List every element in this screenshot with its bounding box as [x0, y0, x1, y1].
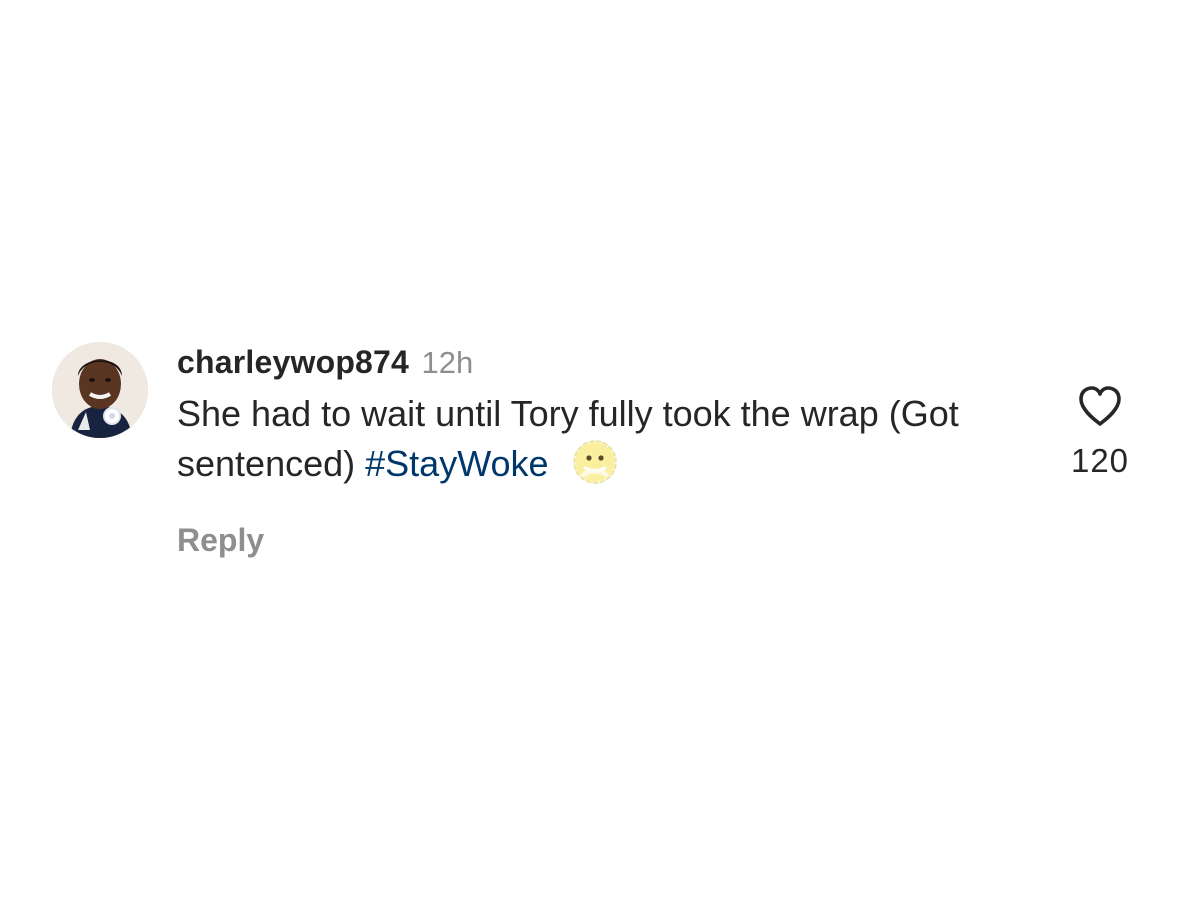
comment-meta: charleywop874 12h [177, 340, 977, 384]
timestamp: 12h [421, 345, 474, 380]
like-count: 120 [1070, 442, 1130, 479]
reply-button[interactable]: Reply [177, 522, 977, 559]
comment-text-content: She had to wait until Tory fully took th… [177, 393, 959, 484]
comment-body: charleywop874 12h She had to wait until … [177, 340, 977, 559]
face-with-mouth-covered-emoji-icon [571, 438, 619, 498]
avatar-photo-icon [52, 342, 148, 438]
hashtag-link[interactable]: #StayWoke [365, 443, 548, 484]
username-link[interactable]: charleywop874 [177, 344, 409, 380]
like-control: 120 [1064, 384, 1136, 480]
user-avatar[interactable] [52, 342, 148, 438]
comment-text: She had to wait until Tory fully took th… [177, 389, 977, 498]
heart-outline-icon[interactable] [1076, 384, 1124, 428]
comment: charleywop874 12h She had to wait until … [52, 340, 1152, 570]
